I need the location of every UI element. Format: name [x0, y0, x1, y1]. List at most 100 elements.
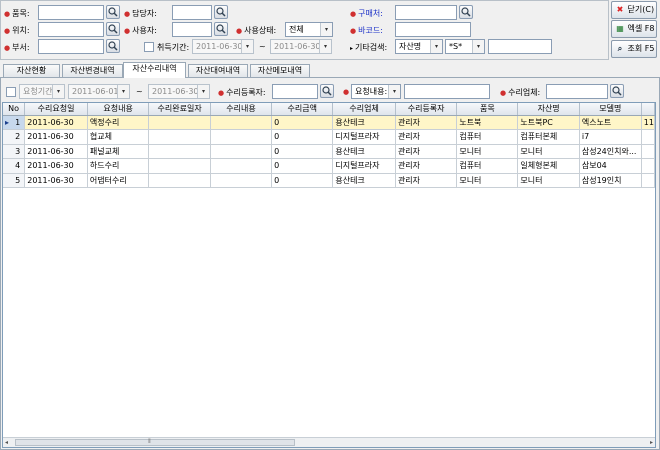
item-search-icon[interactable]	[106, 5, 120, 19]
buyer-input[interactable]	[395, 5, 457, 20]
chevron-down-icon[interactable]: ▾	[52, 85, 64, 98]
column-header[interactable]: 자산명	[517, 103, 580, 116]
request-from-date[interactable]: 2011-06-01 ▾	[68, 84, 130, 99]
item-input[interactable]	[38, 5, 104, 20]
table-cell: 2011-06-30	[24, 129, 88, 145]
bullet-icon: ●	[500, 89, 507, 97]
bullet-icon: ●	[350, 10, 357, 18]
table-row[interactable]: ▸ 1 2011-06-30 액정수리 0 용산테크 관리자 노트북 노트북PC 엑스노트 11	[3, 115, 655, 130]
table-cell	[148, 158, 211, 174]
arrow-icon: ▸	[350, 45, 354, 52]
row-number[interactable]: 3	[3, 144, 26, 159]
column-header[interactable]: 요청내용	[87, 103, 150, 116]
tab-asset-changes[interactable]: 자산변경내역	[62, 64, 123, 77]
table-cell	[148, 115, 211, 130]
table-cell	[148, 144, 211, 159]
vendor-input[interactable]	[546, 84, 608, 99]
row-number[interactable]: 4	[3, 158, 26, 174]
calendar-dropdown-icon[interactable]: ▾	[319, 40, 331, 53]
row-number[interactable]: ▸ 1	[3, 115, 26, 130]
location-input[interactable]	[38, 22, 104, 37]
scroll-grip-icon: ⦀	[148, 438, 151, 445]
bullet-icon: ●	[350, 27, 357, 35]
table-cell: 11	[641, 115, 655, 130]
column-header[interactable]: 수리업체	[332, 103, 396, 116]
table-row[interactable]: 3 2011-06-30 패널교체 0 용산테크 관리자 모니터 모니터 삼성24인치와...	[3, 144, 655, 159]
column-header[interactable]: 모델명	[579, 103, 642, 116]
user-input[interactable]	[172, 22, 212, 37]
location-search-icon[interactable]	[106, 22, 120, 36]
column-header[interactable]: 품목	[456, 103, 519, 116]
table-cell: 삼성24인치와...	[579, 144, 642, 159]
user-search-icon[interactable]	[214, 22, 228, 36]
user-label: ● 사용자:	[124, 26, 157, 35]
table-cell: 모니터	[517, 144, 580, 159]
chevron-down-icon[interactable]: ▾	[388, 85, 400, 98]
column-header[interactable]: 수리완료일자	[148, 103, 211, 116]
table-cell	[641, 158, 655, 174]
table-cell: 액정수리	[87, 115, 150, 130]
usage-select[interactable]: 전체 ▾	[285, 22, 333, 37]
calendar-dropdown-icon[interactable]: ▾	[197, 85, 209, 98]
bullet-icon: ●	[124, 10, 131, 18]
bullet-icon: ●	[218, 89, 225, 97]
table-cell: 모니터	[456, 173, 519, 188]
scroll-right-icon[interactable]: ▸	[650, 439, 653, 446]
tab-asset-rentals[interactable]: 자산대여내역	[188, 64, 248, 77]
excel-button[interactable]: ▦ 엑셀 F8	[611, 20, 657, 38]
table-row[interactable]: 5 2011-06-30 어댑터수리 0 용산테크 관리자 모니터 모니터 삼성19인치	[3, 173, 655, 188]
request-period-checkbox[interactable]	[6, 87, 16, 97]
table-row[interactable]: 4 2011-06-30 하드수리 0 디지털프라자 관리자 컴퓨터 일체형본체 삼보04	[3, 158, 655, 174]
tab-asset-memos[interactable]: 자산메모내역	[250, 64, 310, 77]
close-button[interactable]: ✖ 닫기(C)	[611, 1, 657, 19]
column-header[interactable]: 수리금액	[271, 103, 334, 116]
request-content-select[interactable]: 요청내용: ▾	[351, 84, 401, 99]
column-header[interactable]: 수리내용	[210, 103, 273, 116]
scroll-thumb[interactable]	[15, 439, 295, 446]
tab-asset-repairs[interactable]: 자산수리내역	[123, 62, 186, 78]
calendar-dropdown-icon[interactable]: ▾	[117, 85, 129, 98]
request-to-date[interactable]: 2011-06-30 ▾	[148, 84, 210, 99]
buyer-search-icon[interactable]	[459, 5, 473, 19]
acquire-label: 취득기간:	[157, 43, 190, 52]
horizontal-scrollbar[interactable]: ◂ ⦀ ▸	[3, 437, 655, 447]
request-period-select[interactable]: 요청기간: ▾	[19, 84, 65, 99]
registrant-search-icon[interactable]	[320, 84, 334, 98]
registrant-input[interactable]	[272, 84, 318, 99]
row-number[interactable]: 5	[3, 173, 26, 188]
column-header[interactable]: 수리요청일	[24, 103, 88, 116]
bullet-icon: ●	[4, 10, 11, 18]
search-button[interactable]: ⌕ 조회 F5	[611, 40, 657, 58]
chevron-down-icon[interactable]: ▾	[320, 23, 332, 36]
row-number[interactable]: 2	[3, 129, 26, 145]
other-search-input[interactable]	[488, 39, 552, 54]
vendor-label: ● 수리업체:	[500, 88, 541, 97]
request-content-input[interactable]	[404, 84, 490, 99]
other-search-field-select[interactable]: 자산명 ▾	[395, 39, 443, 54]
vendor-search-icon[interactable]	[610, 84, 624, 98]
column-header-extra	[641, 103, 655, 116]
acquire-period-checkbox[interactable]	[144, 42, 154, 52]
chevron-down-icon[interactable]: ▾	[430, 40, 442, 53]
scroll-left-icon[interactable]: ◂	[5, 439, 8, 446]
table-cell	[148, 173, 211, 188]
calendar-dropdown-icon[interactable]: ▾	[241, 40, 253, 53]
bullet-icon: ●	[4, 27, 11, 35]
chevron-down-icon[interactable]: ▾	[472, 40, 484, 53]
barcode-input[interactable]	[395, 22, 471, 37]
dept-input[interactable]	[38, 39, 104, 54]
bullet-icon: ●	[236, 27, 243, 35]
manager-search-icon[interactable]	[214, 5, 228, 19]
repair-grid[interactable]: No 수리요청일 요청내용 수리완료일자 수리내용 수리금액 수리업체 수리등록자 품목 자산명 모…	[2, 102, 656, 448]
acquire-to-date[interactable]: 2011-06-30 ▾	[270, 39, 332, 54]
dept-search-icon[interactable]	[106, 39, 120, 53]
other-search-op-select[interactable]: *S* ▾	[445, 39, 485, 54]
tab-asset-status[interactable]: 자산현황	[3, 64, 60, 77]
column-header[interactable]: 수리등록자	[395, 103, 458, 116]
table-row[interactable]: 2 2011-06-30 협교체 0 디지털프라자 관리자 컴퓨터 컴퓨터본체 i7	[3, 129, 655, 145]
table-cell: 관리자	[395, 158, 458, 174]
table-cell	[148, 129, 211, 145]
acquire-from-date[interactable]: 2011-06-30 ▾	[192, 39, 254, 54]
column-header[interactable]: No	[3, 103, 26, 116]
manager-input[interactable]	[172, 5, 212, 20]
